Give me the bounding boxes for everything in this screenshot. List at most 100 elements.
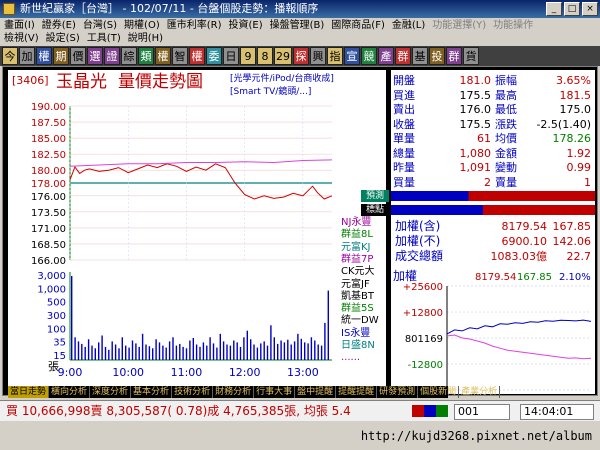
quote-val2-6: 0.99 [566, 161, 592, 174]
toolbar-button-12[interactable]: 委 [206, 47, 222, 65]
tab-1[interactable]: 橫向分析 [49, 386, 91, 398]
tab-0[interactable]: 當日走勢 [8, 386, 50, 398]
broker-item-0[interactable]: NJ永豐 [341, 217, 371, 229]
menu-item-0[interactable]: 畫面(I) [4, 19, 35, 32]
volume-bar-46 [226, 344, 228, 360]
toolbar-button-18[interactable]: 興 [310, 47, 326, 65]
menu2-item-0[interactable]: 檢視(V) [4, 32, 39, 45]
volume-bar-14 [118, 348, 120, 360]
menu-item-2[interactable]: 台灣(S) [83, 19, 117, 32]
tab-3[interactable]: 基本分析 [131, 386, 173, 398]
menu-item-10[interactable]: 功能操作 [493, 19, 533, 32]
minimize-button[interactable]: _ [546, 2, 562, 16]
broker-item-3[interactable]: 群益7P [341, 254, 373, 266]
price-tick-8: 171.00 [31, 224, 66, 235]
quote-key2-4: 均價 [495, 132, 517, 145]
menu-item-6[interactable]: 操盤管理(B) [270, 19, 325, 32]
tab-7[interactable]: 盤中提醒 [295, 386, 337, 398]
toolbar-button-22[interactable]: 產 [378, 47, 394, 65]
toolbar-button-8[interactable]: 類 [138, 47, 154, 65]
toolbar-button-16[interactable]: 29 [274, 47, 292, 65]
broker-item-5[interactable]: 元富JF [341, 279, 370, 291]
broker-item-4[interactable]: CK元大 [341, 266, 375, 278]
toolbar-button-15[interactable]: 8 [257, 47, 273, 65]
code-box[interactable]: 001 [454, 404, 510, 420]
menu-item-9[interactable]: 功能選擇(Y) [432, 19, 486, 32]
broker-item-11[interactable]: ...... [341, 352, 360, 364]
tab-10[interactable]: 個股新聞 [418, 386, 460, 398]
app-icon [3, 3, 15, 15]
toolbar-button-26[interactable]: 群 [446, 47, 462, 65]
volume-bar-60 [273, 337, 275, 360]
menu2-item-2[interactable]: 工具(T) [87, 32, 121, 45]
volume-bar-63 [283, 342, 286, 360]
toolbar-button-4[interactable]: 價 [70, 47, 86, 65]
index-key-1: 加權(不) [395, 234, 441, 248]
toolbar-button-7[interactable]: 綜 [121, 47, 137, 65]
broker-item-6[interactable]: 凱基BT [341, 291, 374, 303]
toolbar-button-19[interactable]: 指 [327, 47, 343, 65]
toolbar-button-9[interactable]: 權 [155, 47, 171, 65]
tab-11[interactable]: 產業分析 [459, 386, 501, 398]
volume-bar-29 [168, 341, 171, 360]
tab-5[interactable]: 財務分析 [213, 386, 255, 398]
toolbar-button-13[interactable]: 日 [223, 47, 239, 65]
vol-tick-3: 300 [47, 311, 66, 322]
toolbar-button-21[interactable]: 競 [361, 47, 377, 65]
toolbar-button-14[interactable]: 9 [240, 47, 256, 65]
broker-header-mark[interactable]: 標點 [361, 204, 595, 216]
volume-bar-24 [152, 348, 154, 360]
menu-item-5[interactable]: 投資(E) [229, 19, 263, 32]
quote-val1-3: 175.5 [459, 117, 492, 131]
quote-key1-0: 開盤 [393, 74, 415, 87]
stock-code: [3406] [12, 74, 49, 87]
menu-item-4[interactable]: 匯市利率(R) [167, 19, 222, 32]
maximize-button[interactable]: □ [564, 2, 580, 16]
broker-item-8[interactable]: 統一DW [341, 315, 379, 327]
broker-list: NJ永豐 群益8L 元富KJ 群益7P CK元大 元富JF 凱基BT 群益5S 統一DW IS永豐… [341, 217, 391, 377]
tab-4[interactable]: 技術分析 [172, 386, 214, 398]
toolbar-button-24[interactable]: 基 [412, 47, 428, 65]
toolbar-button-17[interactable]: 探 [293, 47, 309, 65]
menu2-item-1[interactable]: 設定(S) [46, 32, 80, 45]
toolbar-button-10[interactable]: 智 [172, 47, 188, 65]
toolbar-button-6[interactable]: 證 [104, 47, 120, 65]
tab-9[interactable]: 研發預測 [377, 386, 419, 398]
toolbar-button-1[interactable]: 加 [19, 47, 35, 65]
menu-item-3[interactable]: 期權(O) [124, 19, 160, 32]
broker-header-forecast[interactable]: 預測 [361, 190, 595, 202]
toolbar-button-25[interactable]: 投 [429, 47, 445, 65]
broker-item-9[interactable]: IS永豐 [341, 328, 370, 340]
volume-bar-65 [290, 344, 292, 360]
menu-item-1[interactable]: 證券(E) [42, 19, 76, 32]
vol-tick-2: 500 [47, 298, 66, 309]
mini-label: 加權 [393, 269, 417, 283]
menu-item-8[interactable]: 金融(L) [392, 19, 425, 32]
menu2-item-3[interactable]: 說明(H) [128, 32, 163, 45]
tab-8[interactable]: 提醒提醒 [336, 386, 378, 398]
toolbar-button-5[interactable]: 選 [87, 47, 103, 65]
menu-row-1: 畫面(I) 證券(E) 台灣(S) 期權(O) 匯市利率(R) 投資(E) 操盤管理(B) 國… [4, 19, 533, 32]
toolbar-button-23[interactable]: 群 [395, 47, 411, 65]
tab-2[interactable]: 深度分析 [90, 386, 132, 398]
toolbar-button-0[interactable]: 今 [2, 47, 18, 65]
menu-item-7[interactable]: 國際商品(F) [331, 19, 385, 32]
toolbar-button-2[interactable]: 權 [36, 47, 52, 65]
quote-val1-6: 1,091 [459, 161, 492, 174]
broker-item-1[interactable]: 群益8L [341, 229, 373, 241]
toolbar-button-3[interactable]: 期 [53, 47, 69, 65]
volume-bar-8 [98, 342, 100, 360]
mini-tick-1: +12800 [403, 308, 443, 319]
toolbar-button-20[interactable]: 宣 [344, 47, 360, 65]
footer-url[interactable]: http://kujd3268.pixnet.net/album [361, 429, 592, 443]
volume-bar-18 [131, 340, 134, 360]
stock-tags-2: [Smart TV/鏡頭/...] [230, 85, 311, 97]
tab-6[interactable]: 行事大事 [254, 386, 296, 398]
close-button[interactable]: × [582, 2, 598, 16]
broker-item-2[interactable]: 元富KJ [341, 242, 371, 254]
broker-item-10[interactable]: 日盛8N [341, 340, 375, 352]
broker-item-7[interactable]: 群益5S [341, 303, 374, 315]
toolbar-button-11[interactable]: 權 [189, 47, 205, 65]
quote-val2-5: 1.92 [566, 146, 592, 160]
toolbar-button-27[interactable]: 貨 [463, 47, 479, 65]
